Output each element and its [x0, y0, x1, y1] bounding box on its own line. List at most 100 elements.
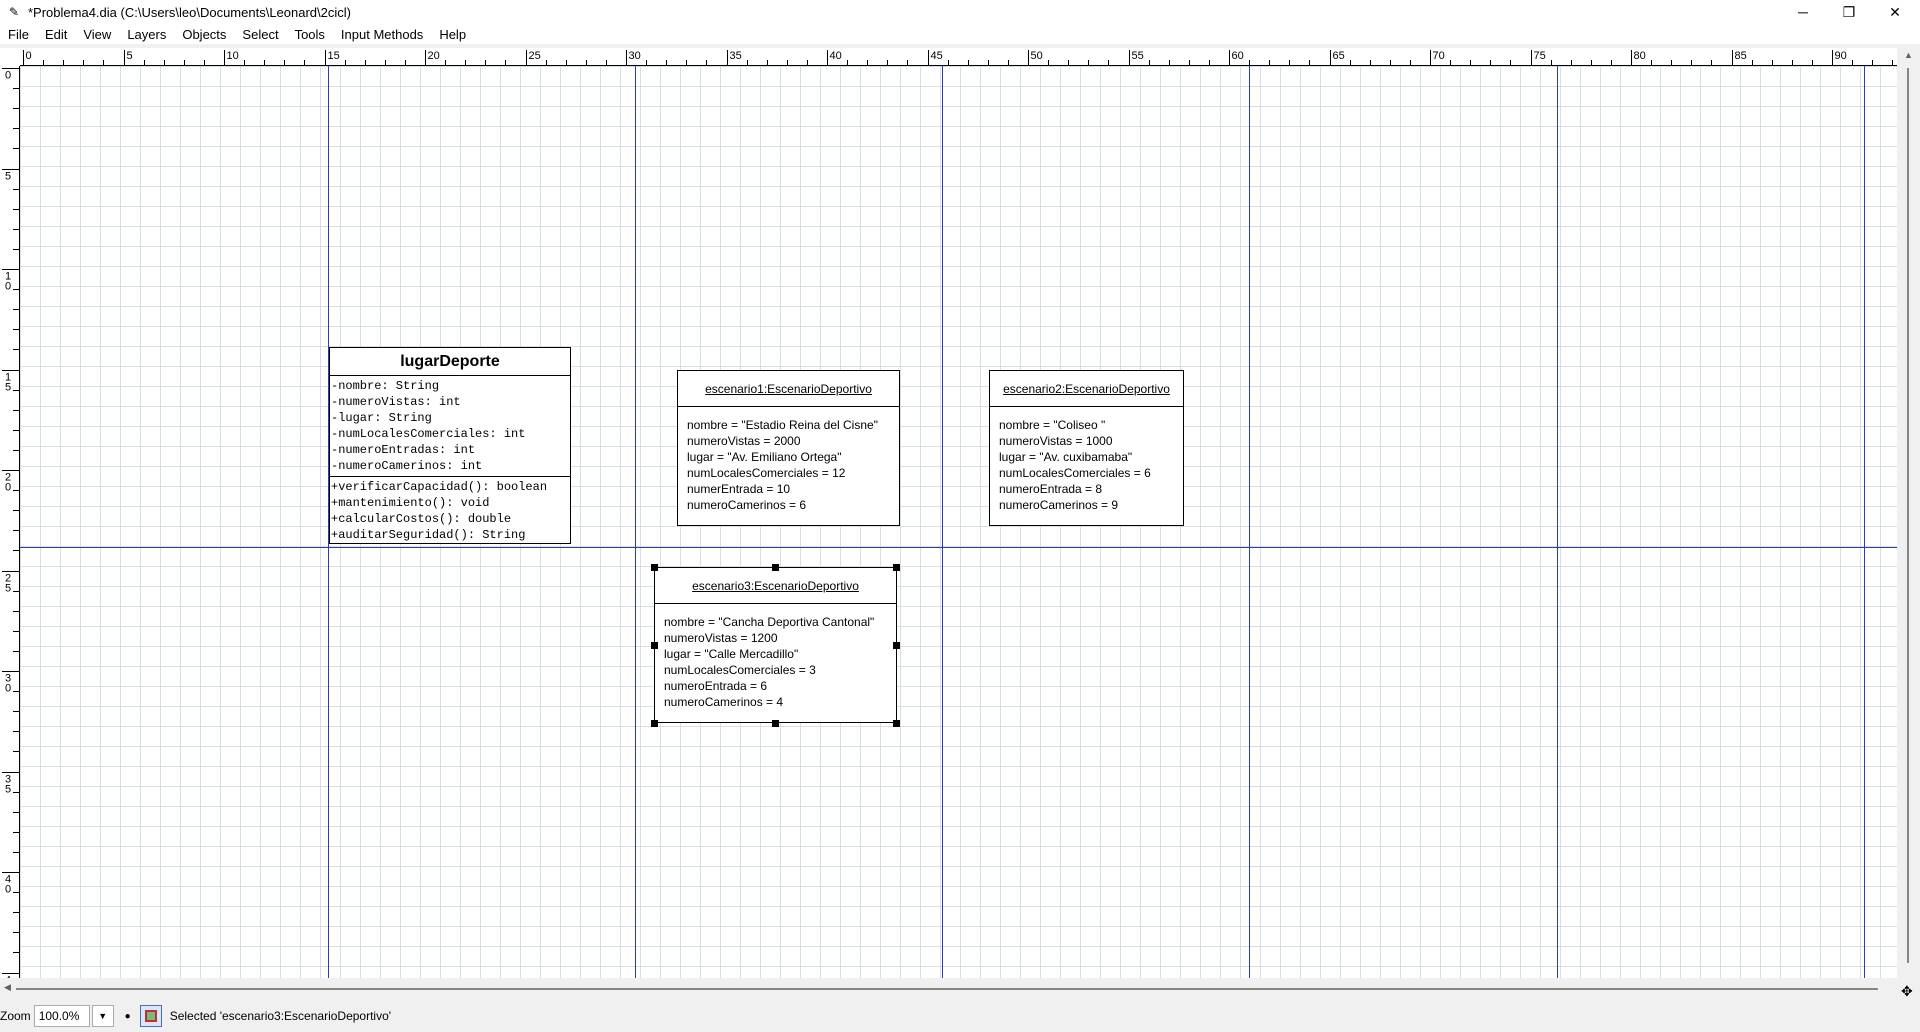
diagram-canvas[interactable]: lugarDeporte -nombre: String -numeroVist… — [20, 66, 1897, 978]
object-attribute: numeroEntrada = 8 — [999, 482, 1103, 496]
object-attributes: nombre = "Cancha Deportiva Cantonal" num… — [655, 604, 896, 710]
ruler-label: 70 — [1433, 50, 1445, 62]
ruler-label: 0 — [5, 884, 11, 896]
class-attribute: -numeroCamerinos: int — [331, 459, 483, 473]
resize-handle[interactable] — [651, 720, 658, 727]
menu-layers[interactable]: Layers — [119, 27, 174, 42]
uml-object-escenario2[interactable]: escenario2:EscenarioDeportivo nombre = "… — [989, 370, 1184, 526]
zoom-dropdown-button[interactable]: ▼ — [91, 1005, 114, 1027]
ruler-label: 55 — [1132, 50, 1144, 62]
vertical-scrollbar[interactable]: ▲ ✥ — [1897, 48, 1920, 999]
ruler-label: 45 — [931, 50, 943, 62]
dia-app-icon: ✎ — [8, 5, 20, 19]
zoom-label: Zoom — [0, 1009, 31, 1023]
layer-toggle-icon[interactable] — [139, 1005, 162, 1027]
menu-view[interactable]: View — [75, 27, 119, 42]
class-attribute: -nombre: String — [331, 379, 440, 393]
ruler-label: 80 — [1634, 50, 1646, 62]
object-name: escenario2:EscenarioDeportivo — [990, 371, 1183, 407]
class-attribute: -lugar: String — [331, 411, 432, 425]
object-attribute: numeroCamerinos = 9 — [999, 498, 1119, 512]
menu-edit[interactable]: Edit — [37, 27, 75, 42]
snap-to-grid-icon[interactable]: ● — [118, 1005, 138, 1027]
object-attribute: nombre = "Cancha Deportiva Cantonal" — [664, 615, 875, 629]
horizontal-scrollbar[interactable]: ◀ — [0, 978, 1920, 1000]
ruler-label: 85 — [1735, 50, 1747, 62]
guide-line[interactable] — [20, 547, 1897, 548]
class-attribute: -numeroVistas: int — [331, 395, 461, 409]
object-attribute: nombre = "Coliseo " — [999, 418, 1106, 432]
zoom-input[interactable]: 100.0% — [33, 1005, 90, 1027]
resize-handle[interactable] — [893, 720, 900, 727]
resize-handle[interactable] — [651, 642, 658, 649]
scroll-thumb[interactable] — [1907, 68, 1909, 963]
navigate-icon[interactable]: ✥ — [1901, 983, 1913, 1000]
class-operation: +auditarSeguridad(): String — [331, 528, 526, 542]
class-operation: +verificarCapacidad(): boolean — [331, 480, 548, 494]
ruler-label: 5 — [5, 171, 11, 183]
menu-objects[interactable]: Objects — [174, 27, 234, 42]
object-attribute: numerEntrada = 10 — [687, 482, 791, 496]
ruler-label: 0 — [5, 482, 11, 494]
guide-line[interactable] — [1557, 66, 1558, 978]
status-bar: Zoom 100.0% ▼ ● Selected 'escenario3:Esc… — [0, 1000, 1920, 1032]
ruler-label: 75 — [1534, 50, 1546, 62]
menu-select[interactable]: Select — [234, 27, 286, 42]
resize-handle[interactable] — [893, 642, 900, 649]
object-attribute: numeroVistas = 2000 — [687, 434, 801, 448]
object-attribute: nombre = "Estadio Reina del Cisne" — [687, 418, 878, 432]
class-operations: +verificarCapacidad(): boolean +mantenim… — [330, 476, 570, 545]
guide-line[interactable] — [1864, 66, 1865, 978]
resize-handle[interactable] — [772, 564, 779, 571]
resize-handle[interactable] — [651, 564, 658, 571]
menu-tools[interactable]: Tools — [287, 27, 333, 42]
object-attribute: numLocalesComerciales = 3 — [664, 663, 816, 677]
menu-help[interactable]: Help — [431, 27, 474, 42]
ruler-label: 0 — [5, 683, 11, 695]
object-attribute: numLocalesComerciales = 6 — [999, 466, 1151, 480]
close-button[interactable]: ✕ — [1872, 0, 1918, 24]
guide-line[interactable] — [1249, 66, 1250, 978]
uml-object-escenario1[interactable]: escenario1:EscenarioDeportivo nombre = "… — [677, 370, 900, 526]
ruler-label: 10 — [227, 50, 239, 62]
object-attributes: nombre = "Estadio Reina del Cisne" numer… — [678, 407, 899, 513]
resize-handle[interactable] — [772, 720, 779, 727]
object-attribute: numeroCamerinos = 6 — [687, 498, 807, 512]
ruler-label: 0 — [26, 50, 32, 62]
ruler-label: 60 — [1232, 50, 1244, 62]
ruler-label: 15 — [328, 50, 340, 62]
ruler-label: 5 — [5, 382, 11, 394]
object-name: escenario3:EscenarioDeportivo — [655, 568, 896, 604]
ruler-label: 25 — [529, 50, 541, 62]
minimize-button[interactable]: ─ — [1780, 0, 1826, 24]
guide-line[interactable] — [635, 66, 636, 978]
menu-bar: File Edit View Layers Objects Select Too… — [0, 24, 1920, 44]
title-bar: ✎ *Problema4.dia (C:\Users\leo\Documents… — [0, 0, 1920, 24]
ruler-label: 90 — [1835, 50, 1847, 62]
ruler-label: 5 — [127, 50, 133, 62]
ruler-label: 65 — [1333, 50, 1345, 62]
scroll-up-arrow-icon[interactable]: ▲ — [1904, 50, 1913, 60]
ruler-label: 0 — [5, 281, 11, 293]
guide-line[interactable] — [942, 66, 943, 978]
maximize-button[interactable]: ❐ — [1826, 0, 1872, 24]
object-attribute: numLocalesComerciales = 12 — [687, 466, 846, 480]
horizontal-ruler[interactable]: 0 5 10 15 20 25 30 35 40 45 50 55 60 65 70 75 80 85 90 — [20, 48, 1897, 66]
resize-handle[interactable] — [893, 564, 900, 571]
window-title: *Problema4.dia (C:\Users\leo\Documents\L… — [28, 4, 351, 20]
class-name: lugarDeporte — [330, 348, 570, 376]
object-attribute: lugar = "Calle Mercadillo" — [664, 647, 799, 661]
menu-file[interactable]: File — [0, 27, 37, 42]
vertical-ruler[interactable]: 05101520253035404 — [0, 66, 20, 978]
object-attribute: lugar = "Av. Emiliano Ortega" — [687, 450, 842, 464]
scroll-left-arrow-icon[interactable]: ◀ — [4, 982, 11, 993]
ruler-label: 40 — [830, 50, 842, 62]
uml-class-lugardeporte[interactable]: lugarDeporte -nombre: String -numeroVist… — [329, 347, 571, 544]
ruler-label: 20 — [428, 50, 440, 62]
class-operation: +calcularCostos(): double — [331, 512, 512, 526]
class-attributes: -nombre: String -numeroVistas: int -luga… — [330, 376, 570, 476]
object-attribute: numeroEntrada = 6 — [664, 679, 768, 693]
uml-object-escenario3[interactable]: escenario3:EscenarioDeportivo nombre = "… — [654, 567, 897, 723]
menu-input-methods[interactable]: Input Methods — [333, 27, 431, 42]
scroll-thumb[interactable] — [16, 988, 1878, 990]
